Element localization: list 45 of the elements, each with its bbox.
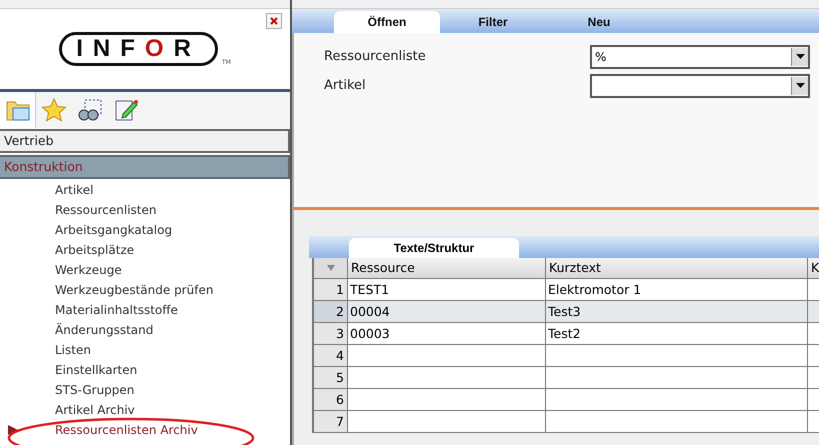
star-icon (40, 98, 66, 122)
dropdown-field[interactable] (590, 74, 810, 98)
table-cell: 00004 (348, 301, 546, 323)
row-number[interactable]: 5 (314, 367, 348, 389)
caret-icon (796, 54, 804, 59)
nav-item[interactable]: Listen (0, 340, 290, 360)
nav-item[interactable]: Arbeitsgangkatalog (0, 220, 290, 240)
row-number[interactable]: 3 (314, 323, 348, 345)
nav-item[interactable]: Artikel (0, 180, 290, 200)
tab[interactable]: Öffnen (334, 11, 440, 33)
section-header[interactable]: Vertrieb (0, 129, 290, 153)
table-cell: TEST1 (348, 279, 546, 301)
column-header[interactable]: Kurztext (546, 258, 808, 279)
tab[interactable]: Filter (440, 11, 546, 33)
nav-item[interactable]: STS-Gruppen (0, 380, 290, 400)
tab[interactable]: Neu (546, 11, 652, 33)
nav-item[interactable]: Artikel Archiv (0, 400, 290, 420)
nav-item[interactable]: Werkzeuge (0, 260, 290, 280)
field-label: Artikel (324, 78, 367, 93)
nav-item[interactable]: Änderungsstand (0, 320, 290, 340)
table-cell: Elektromotor 1 (546, 279, 808, 301)
close-icon[interactable] (266, 13, 282, 29)
nav-item[interactable]: Werkzeugbestände prüfen (0, 280, 290, 300)
dropdown-field[interactable]: % (590, 44, 810, 68)
binoculars-icon (76, 98, 102, 122)
nav-item[interactable]: Ressourcenlisten (0, 200, 290, 220)
nav-item[interactable]: Ressourcenlisten Archiv (0, 420, 290, 440)
column-menu-icon[interactable] (314, 258, 348, 279)
row-number[interactable]: 1 (314, 279, 348, 301)
row-number[interactable]: 6 (314, 389, 348, 411)
table-cell: Test2 (546, 323, 808, 345)
notepad-icon (112, 98, 138, 122)
row-number[interactable]: 2 (314, 301, 348, 323)
nav-item[interactable]: Materialinhaltsstoffe (0, 300, 290, 320)
field-label: Ressourcenliste (324, 49, 427, 64)
arrow-icon (8, 425, 18, 435)
row-number[interactable]: 4 (314, 345, 348, 367)
column-header[interactable]: Ressource (348, 258, 546, 279)
table-cell: 00003 (348, 323, 546, 345)
caret-icon (796, 83, 804, 88)
nav-item[interactable]: Arbeitsplätze (0, 240, 290, 260)
table-cell: Test3 (546, 301, 808, 323)
tab[interactable]: Texte/Struktur (349, 238, 519, 258)
nav-item[interactable]: Einstellkarten (0, 360, 290, 380)
row-number[interactable]: 7 (314, 411, 348, 433)
